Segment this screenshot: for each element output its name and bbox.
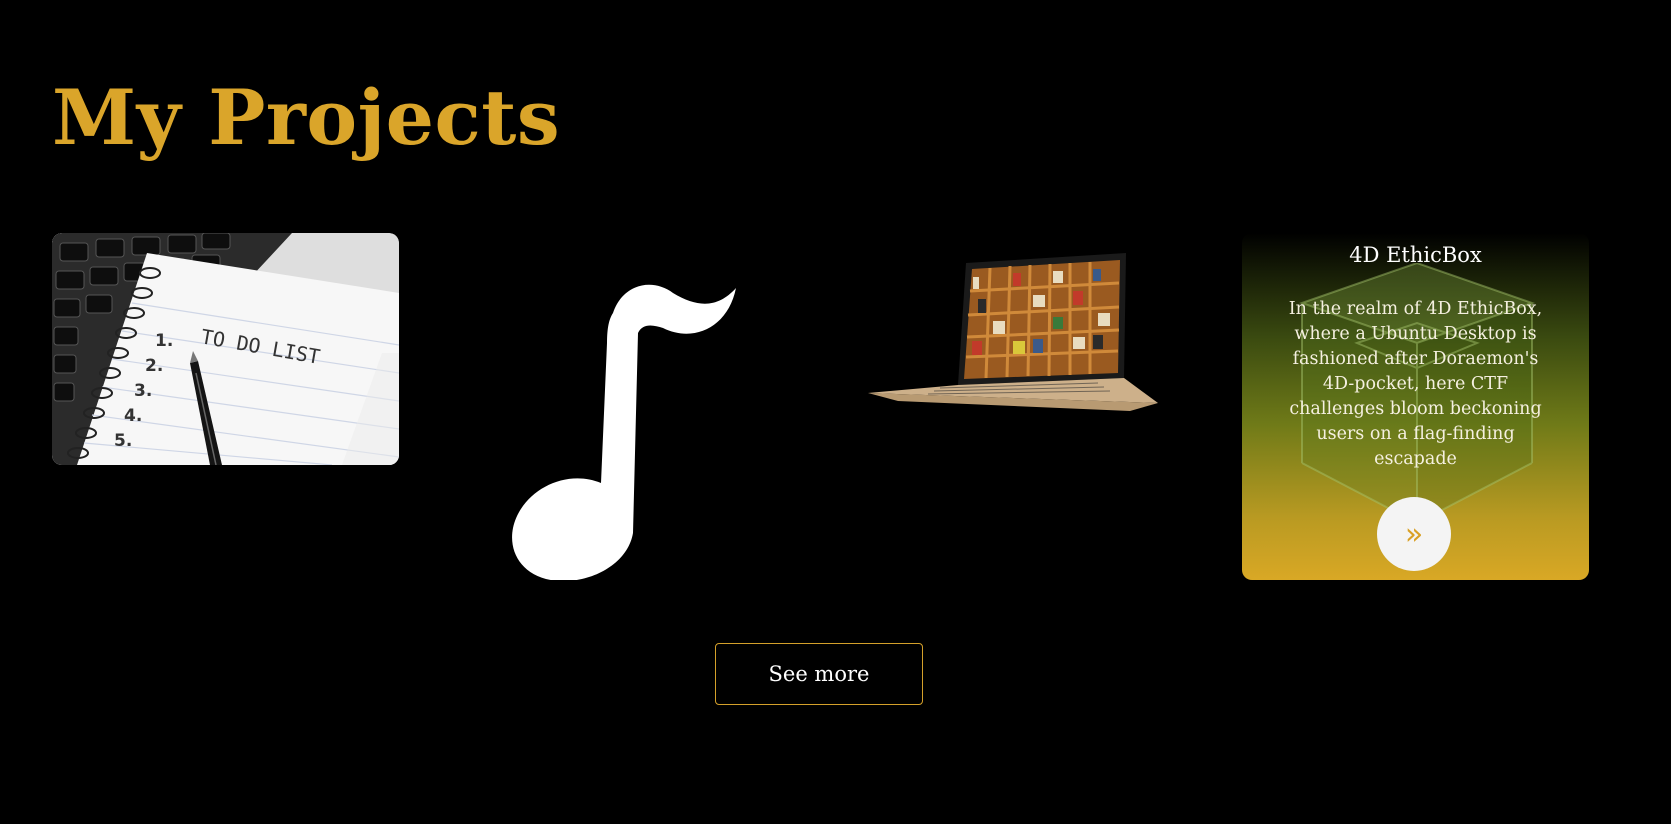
svg-text:5.: 5. [114, 431, 132, 451]
project-card-music[interactable] [473, 233, 820, 580]
projects-section: My Projects TO DO LIST 1. 2. 3. 4. 5. 4D… [0, 0, 1671, 824]
music-note-icon [512, 284, 736, 580]
open-project-button[interactable]: » [1405, 517, 1423, 552]
project-name: 4D EthicBox [1349, 243, 1482, 267]
project-card-todo-list[interactable]: TO DO LIST 1. 2. 3. 4. 5. [52, 233, 399, 580]
svg-text:1.: 1. [155, 331, 173, 351]
project-description: In the realm of 4D EthicBox, where a Ubu… [1288, 299, 1543, 469]
section-title: My Projects [52, 73, 561, 162]
double-chevron-right-icon[interactable]: » [1377, 497, 1451, 571]
svg-text:3.: 3. [134, 381, 152, 401]
laptop-bookshelf-image [868, 253, 1158, 411]
project-card-4d-ethicbox[interactable]: 4D EthicBox In the realm of 4D EthicBox,… [1242, 233, 1589, 580]
project-card-library[interactable] [868, 233, 1215, 580]
see-more-button[interactable]: See more [715, 643, 923, 705]
todo-list-notebook-image: TO DO LIST 1. 2. 3. 4. 5. [52, 233, 399, 465]
svg-text:4.: 4. [124, 406, 142, 426]
svg-text:2.: 2. [145, 356, 163, 376]
